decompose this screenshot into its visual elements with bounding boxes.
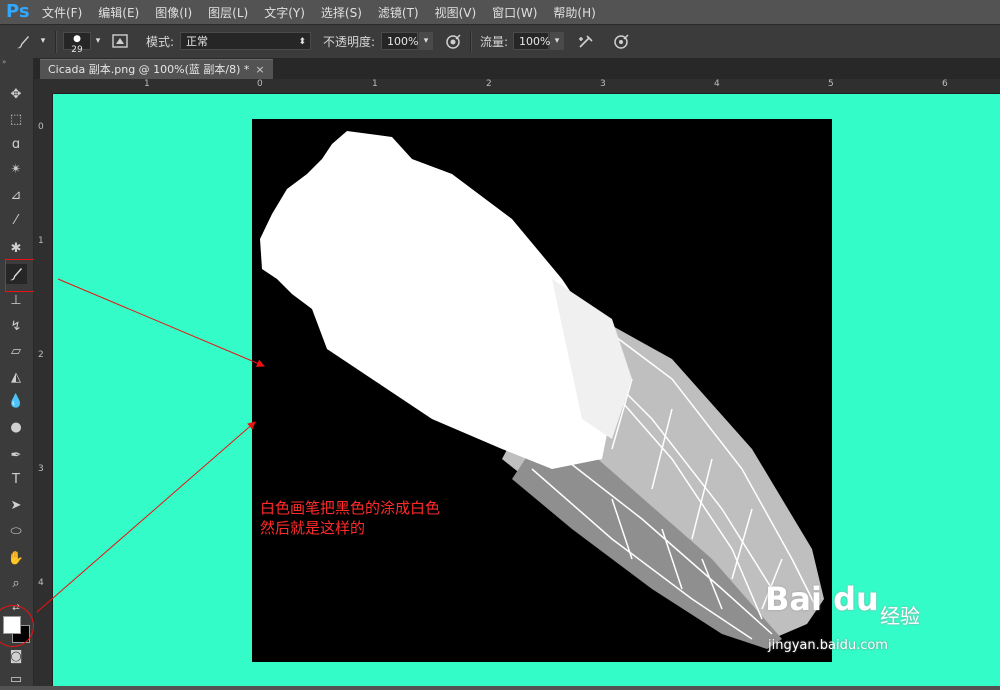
arrow-brush-to-image [57,278,265,367]
watermark-url: jingyan.baidu.com [768,638,888,653]
jingyan-label: 经验 [880,604,920,628]
arrow-color-to-image [36,421,256,613]
baidu-logo: Bai du [765,580,879,618]
